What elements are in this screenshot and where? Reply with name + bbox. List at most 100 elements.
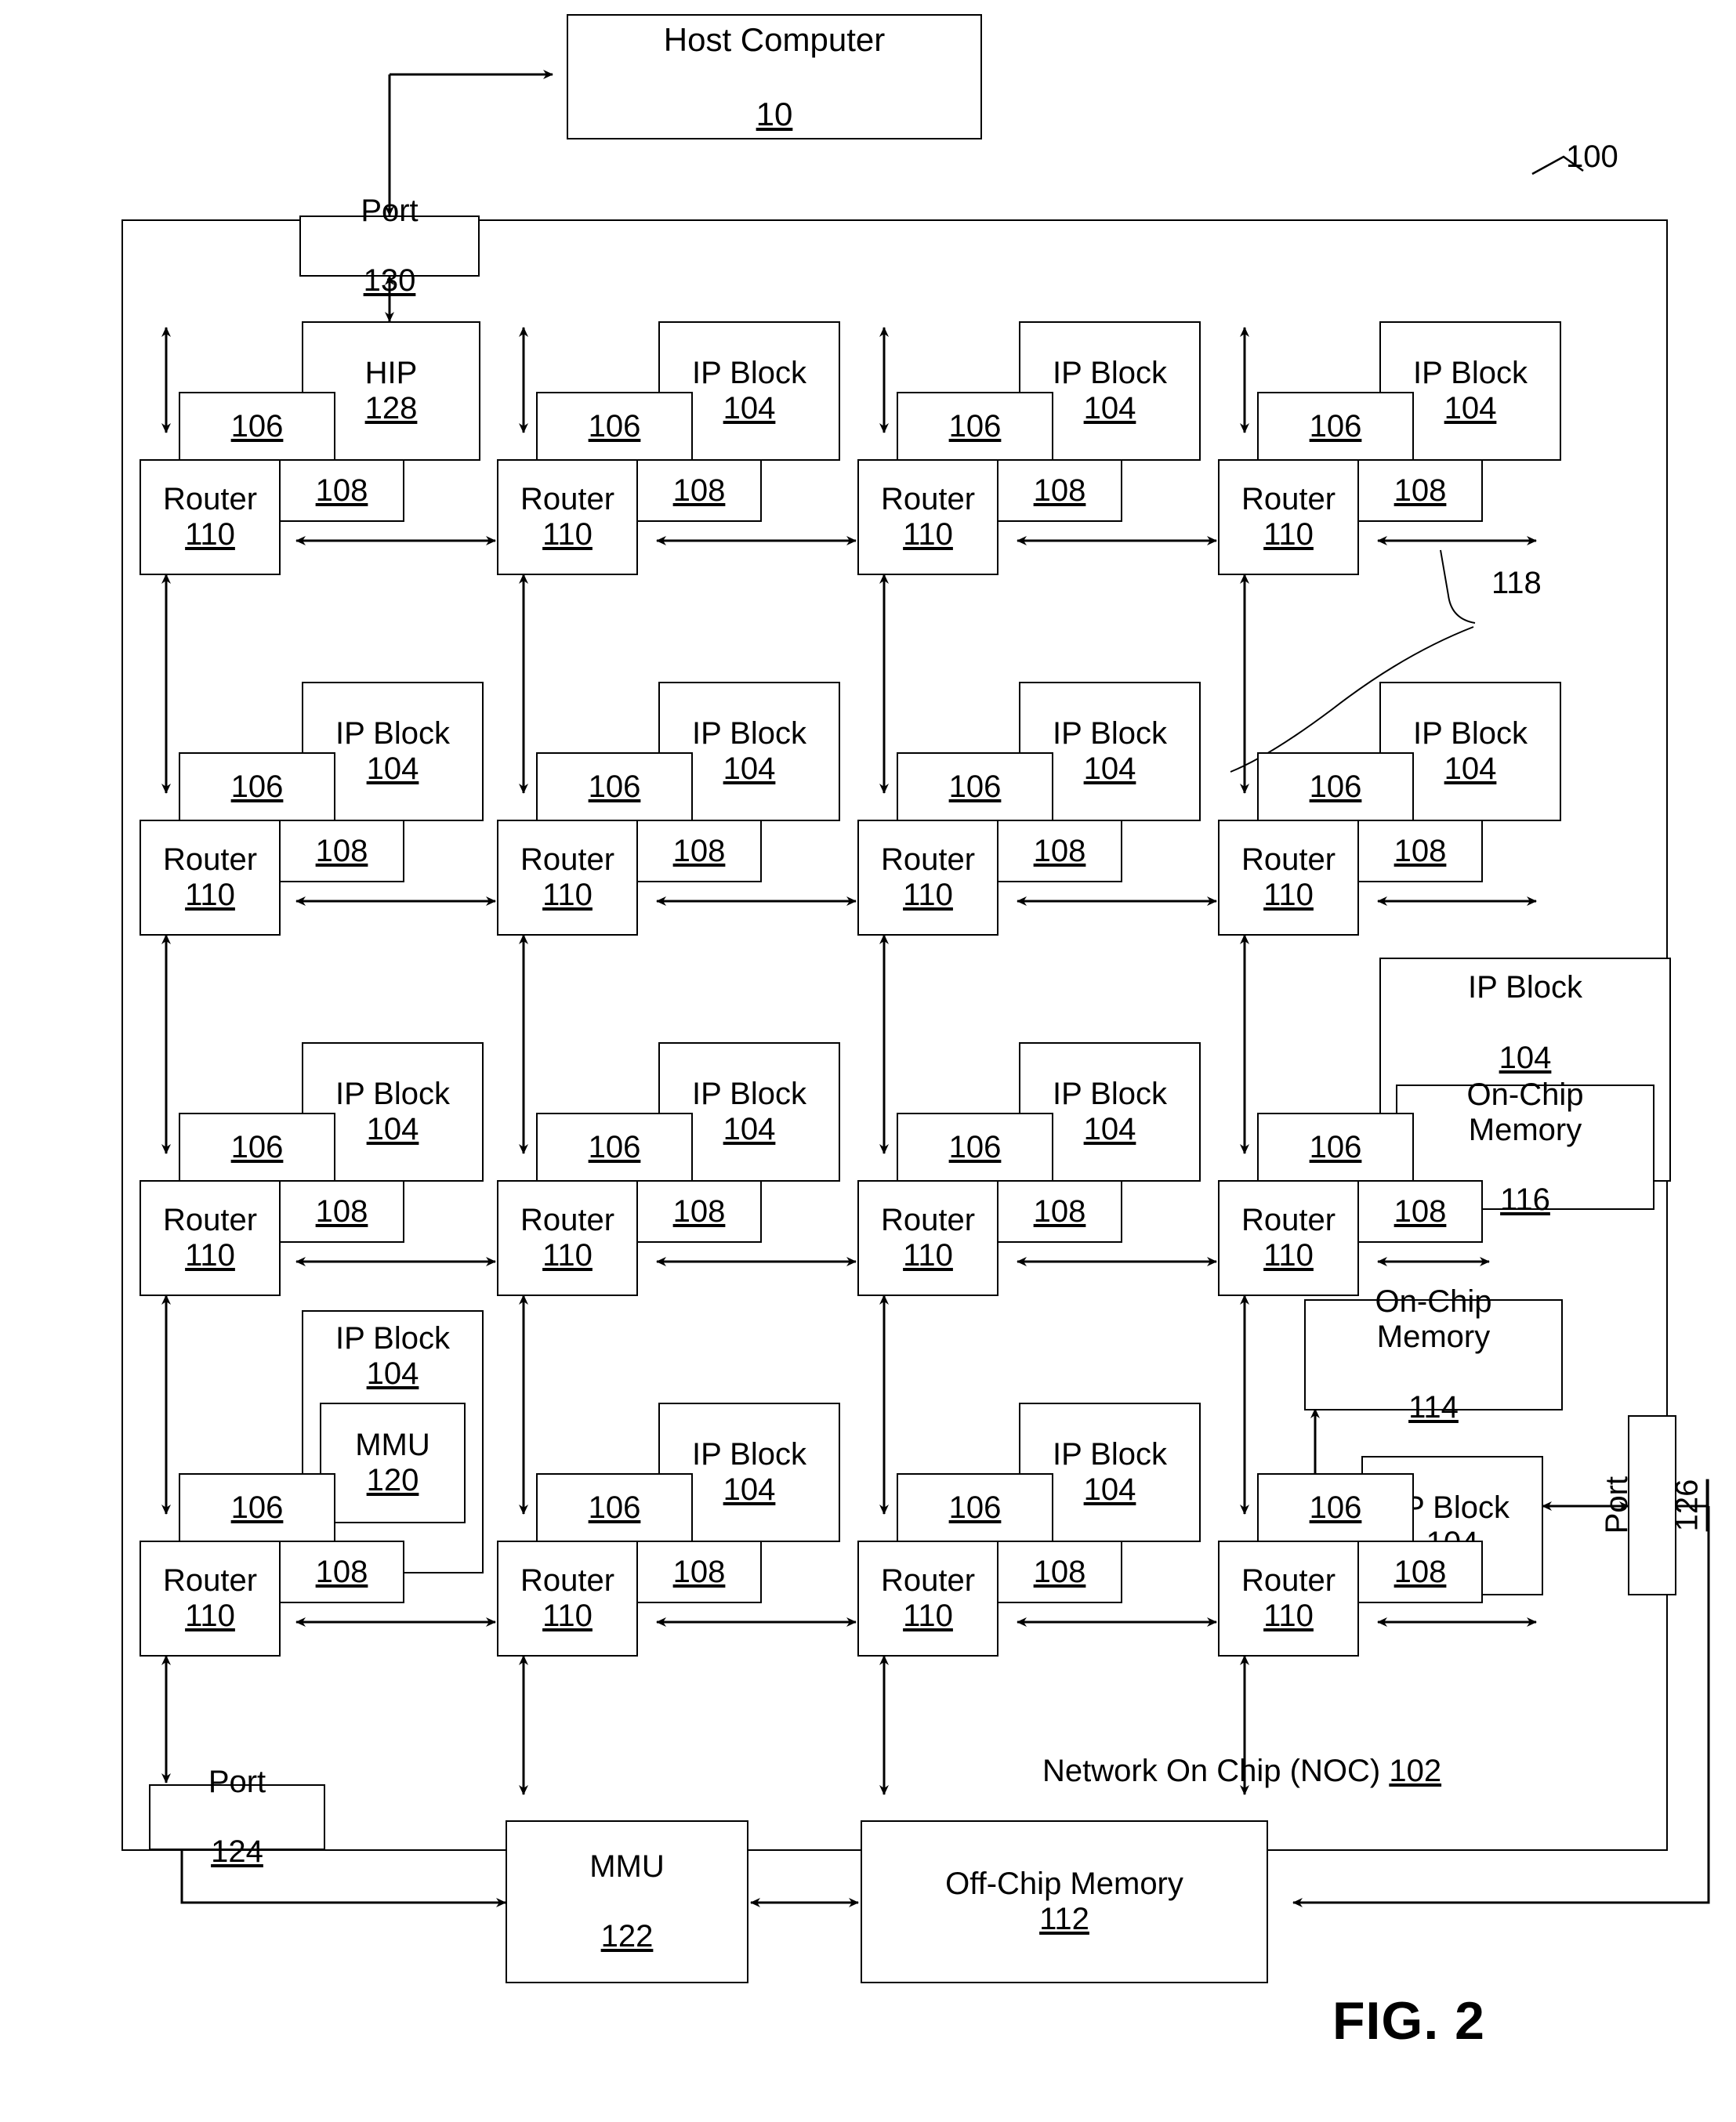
link-box-r0c1[interactable]: 108 <box>636 459 762 522</box>
router-label: Router <box>162 1203 258 1238</box>
link-ref: 108 <box>672 833 726 868</box>
ip-block-title: IP Block <box>1053 1077 1167 1112</box>
router-label: Router <box>162 842 258 878</box>
link-box-r1c0[interactable]: 108 <box>279 820 404 882</box>
link-box-r1c1[interactable]: 108 <box>636 820 762 882</box>
link-box-r0c2[interactable]: 108 <box>997 459 1122 522</box>
router-label: Router <box>880 842 976 878</box>
ip-block-ref: 104 <box>1083 751 1136 786</box>
adapter-ref: 106 <box>1309 1129 1362 1164</box>
ip-block-ref: 104 <box>1499 1040 1552 1075</box>
port-130-box[interactable]: Port 130 <box>299 194 480 298</box>
adapter-box-r0c3[interactable]: 106 <box>1257 392 1414 461</box>
port-126-box[interactable]: Port 126 <box>1600 1415 1704 1595</box>
router-label: Router <box>1241 482 1336 517</box>
link-box-r3c3[interactable]: 108 <box>1357 1541 1483 1603</box>
noc-title: Network On Chip (NOC) 102 <box>1042 1754 1441 1789</box>
adapter-box-r1c2[interactable]: 106 <box>897 752 1053 821</box>
router-box-r2c2[interactable]: Router 110 <box>857 1180 998 1296</box>
link-box-r1c3[interactable]: 108 <box>1357 820 1483 882</box>
router-box-r2c3[interactable]: Router 110 <box>1218 1180 1359 1296</box>
figure-label: FIG. 2 <box>1332 1991 1485 2051</box>
link-box-r2c2[interactable]: 108 <box>997 1180 1122 1243</box>
link-ref: 108 <box>1033 1554 1086 1589</box>
router-ref: 110 <box>903 517 953 552</box>
adapter-ref: 106 <box>230 1490 284 1525</box>
adapter-box-r2c1[interactable]: 106 <box>536 1113 693 1182</box>
router-box-r3c2[interactable]: Router 110 <box>857 1541 998 1657</box>
router-box-r2c0[interactable]: Router 110 <box>140 1180 281 1296</box>
link-box-r3c2[interactable]: 108 <box>997 1541 1122 1603</box>
router-ref: 110 <box>185 1238 235 1273</box>
adapter-ref: 106 <box>230 408 284 444</box>
router-box-r0c3[interactable]: Router 110 <box>1218 459 1359 575</box>
link-ref: 108 <box>315 833 368 868</box>
on-chip-memory-114-box: On-Chip Memory 114 <box>1304 1284 1563 1425</box>
ip-block-title: IP Block <box>1053 356 1167 391</box>
adapter-box-r0c0[interactable]: 106 <box>179 392 335 461</box>
adapter-box-r1c0[interactable]: 106 <box>179 752 335 821</box>
adapter-ref: 106 <box>948 769 1002 804</box>
router-label: Router <box>520 482 615 517</box>
adapter-box-r0c1[interactable]: 106 <box>536 392 693 461</box>
link-box-r2c1[interactable]: 108 <box>636 1180 762 1243</box>
port-124-box[interactable]: Port 124 <box>149 1765 325 1869</box>
ip-block-title: IP Block <box>692 356 806 391</box>
link-box-r0c0[interactable]: 108 <box>279 459 404 522</box>
router-box-r1c3[interactable]: Router 110 <box>1218 820 1359 936</box>
link-box-r1c2[interactable]: 108 <box>997 820 1122 882</box>
link-box-r3c1[interactable]: 108 <box>636 1541 762 1603</box>
adapter-ref: 106 <box>588 1490 641 1525</box>
router-ref: 110 <box>542 517 593 552</box>
mmu-122-box[interactable]: MMU 122 <box>506 1820 748 1983</box>
on-chip-memory-114-label2: Memory <box>1376 1320 1491 1355</box>
link-box-r3c0[interactable]: 108 <box>279 1541 404 1603</box>
router-box-r1c1[interactable]: Router 110 <box>497 820 638 936</box>
link-box-r2c0[interactable]: 108 <box>279 1180 404 1243</box>
adapter-box-r1c1[interactable]: 106 <box>536 752 693 821</box>
ip-block-box-r2c3[interactable]: IP Block 104 On-Chip Memory 116 <box>1379 958 1671 1217</box>
router-ref: 110 <box>903 1238 953 1273</box>
ip-block-ref: 104 <box>723 1112 776 1146</box>
router-box-r3c1[interactable]: Router 110 <box>497 1541 638 1657</box>
adapter-box-r0c2[interactable]: 106 <box>897 392 1053 461</box>
port-130-label: Port <box>361 193 419 228</box>
adapter-box-r3c0[interactable]: 106 <box>179 1473 335 1542</box>
port-130-ref: 130 <box>363 263 416 299</box>
off-chip-memory-112-ref: 112 <box>1039 1902 1089 1936</box>
router-ref: 110 <box>903 1599 953 1633</box>
adapter-box-r2c0[interactable]: 106 <box>179 1113 335 1182</box>
adapter-box-r1c3[interactable]: 106 <box>1257 752 1414 821</box>
adapter-box-r3c2[interactable]: 106 <box>897 1473 1053 1542</box>
router-label: Router <box>520 842 615 878</box>
router-box-r0c1[interactable]: Router 110 <box>497 459 638 575</box>
router-label: Router <box>1241 1563 1336 1599</box>
router-box-r2c1[interactable]: Router 110 <box>497 1180 638 1296</box>
adapter-ref: 106 <box>1309 408 1362 444</box>
adapter-box-r3c3[interactable]: 106 <box>1257 1473 1414 1542</box>
router-box-r1c0[interactable]: Router 110 <box>140 820 281 936</box>
host-computer-label: Host Computer <box>663 21 886 59</box>
adapter-box-r2c2[interactable]: 106 <box>897 1113 1053 1182</box>
ip-block-title: IP Block <box>335 1321 450 1356</box>
adapter-box-r3c1[interactable]: 106 <box>536 1473 693 1542</box>
mmu-122-label: MMU <box>589 1849 665 1884</box>
router-box-r3c3[interactable]: Router 110 <box>1218 1541 1359 1657</box>
off-chip-memory-112-box[interactable]: Off-Chip Memory 112 <box>861 1820 1268 1983</box>
link-box-r0c3[interactable]: 108 <box>1357 459 1483 522</box>
link-box-r2c3[interactable]: 108 <box>1357 1180 1483 1243</box>
on-chip-memory-116-ref: 116 <box>1500 1182 1550 1218</box>
router-box-r0c0[interactable]: Router 110 <box>140 459 281 575</box>
adapter-ref: 106 <box>588 769 641 804</box>
link-ref: 108 <box>315 473 368 508</box>
router-ref: 110 <box>1263 1238 1314 1273</box>
system-ref-100: 100 <box>1566 139 1618 174</box>
ip-block-ref: 104 <box>1444 391 1497 425</box>
figure-canvas: Host Computer 10 100 Network On Chip (NO… <box>0 0 1736 2122</box>
ip-block-ref: 104 <box>1083 391 1136 425</box>
router-box-r1c2[interactable]: Router 110 <box>857 820 998 936</box>
noc-title-ref: 102 <box>1389 1754 1442 1788</box>
router-box-r0c2[interactable]: Router 110 <box>857 459 998 575</box>
adapter-box-r2c3[interactable]: 106 <box>1257 1113 1414 1182</box>
router-box-r3c0[interactable]: Router 110 <box>140 1541 281 1657</box>
